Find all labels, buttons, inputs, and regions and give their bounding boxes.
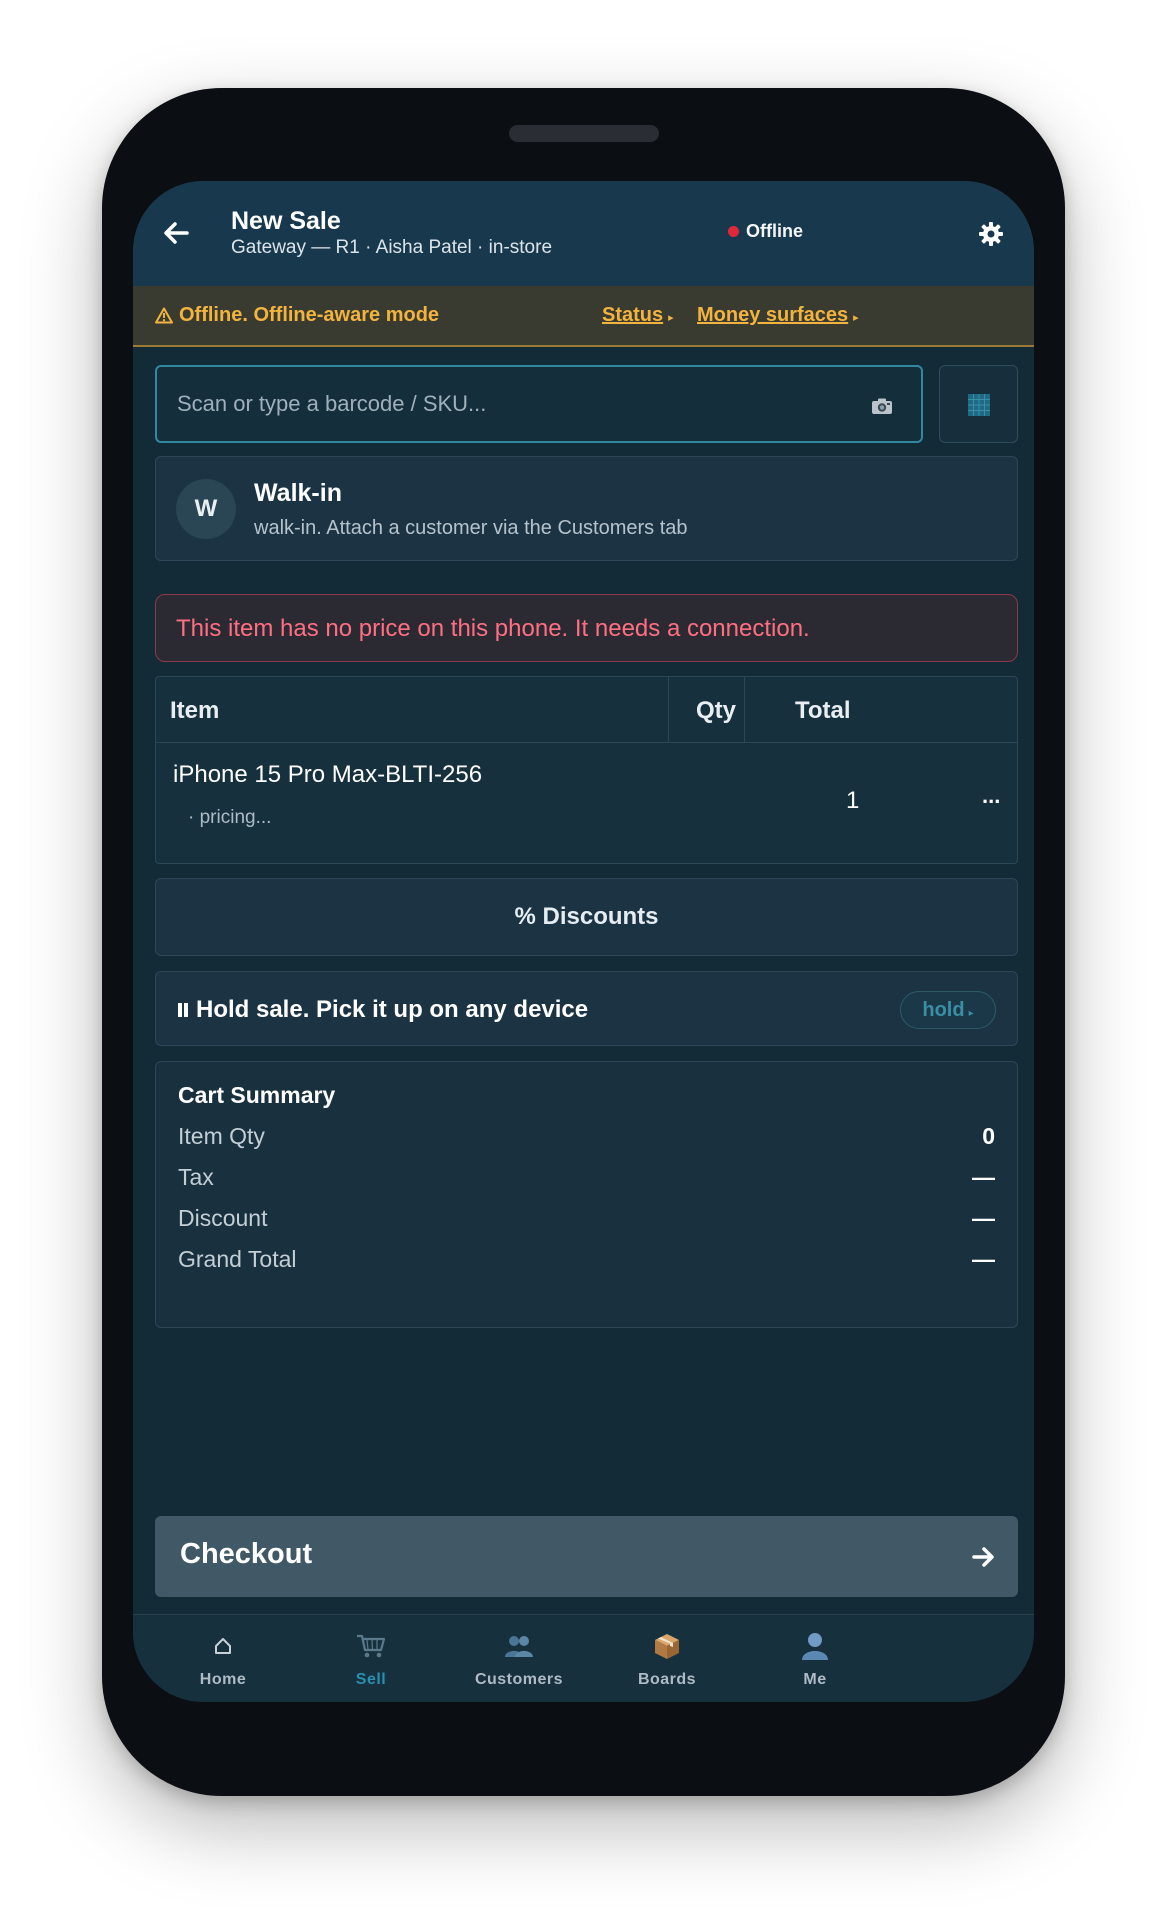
tab-me[interactable]: Me bbox=[725, 1615, 905, 1702]
people-icon bbox=[499, 1629, 539, 1663]
item-name: iPhone 15 Pro Max-BLTI-256 bbox=[173, 761, 483, 788]
cart-summary: Cart Summary Item Qty 0 Tax — Discount —… bbox=[155, 1061, 1018, 1328]
arrow-right-icon bbox=[972, 1547, 994, 1567]
hold-sale-card[interactable]: Hold sale. Pick it up on any device hold… bbox=[155, 971, 1018, 1046]
app-header: New Sale Gateway — R1 · Aisha Patel · in… bbox=[133, 181, 1034, 286]
warning-icon bbox=[155, 307, 173, 324]
connection-status[interactable]: Offline bbox=[728, 221, 803, 242]
box-icon bbox=[647, 1629, 687, 1663]
summary-value-grand-total: — bbox=[972, 1246, 995, 1272]
scan-input[interactable] bbox=[157, 367, 921, 441]
status-dot-icon bbox=[728, 226, 739, 237]
column-header-qty: Qty bbox=[696, 697, 737, 724]
scanner-grid-button[interactable] bbox=[939, 365, 1018, 443]
table-header: Item Qty Total bbox=[156, 677, 1017, 743]
summary-value-discount: — bbox=[972, 1205, 995, 1231]
page-subtitle: Gateway — R1 · Aisha Patel · in-store bbox=[231, 237, 553, 258]
caret-right-icon: ▸ bbox=[853, 312, 859, 324]
camera-icon[interactable] bbox=[871, 397, 893, 415]
caret-right-icon: ▸ bbox=[668, 312, 674, 324]
item-qty: 1 bbox=[846, 787, 860, 814]
hold-sale-label: Hold sale. Pick it up on any device bbox=[176, 996, 588, 1024]
customer-note: walk-in. Attach a customer via the Custo… bbox=[254, 517, 688, 539]
item-total: ... bbox=[982, 783, 1001, 808]
caret-right-icon: ▸ bbox=[968, 1008, 974, 1019]
scan-field bbox=[155, 365, 923, 443]
column-header-item: Item bbox=[170, 697, 220, 724]
tab-label: Me bbox=[803, 1671, 827, 1688]
home-icon bbox=[203, 1629, 243, 1663]
customer-name: Walk-in bbox=[254, 479, 342, 507]
cart-summary-title: Cart Summary bbox=[178, 1082, 336, 1108]
summary-value-item-qty: 0 bbox=[982, 1123, 995, 1149]
phone-frame: New Sale Gateway — R1 · Aisha Patel · in… bbox=[102, 88, 1065, 1796]
pause-icon bbox=[176, 1003, 190, 1017]
money-surfaces-link[interactable]: Money surfaces ▸ bbox=[697, 304, 859, 327]
error-alert: This item has no price on this phone. It… bbox=[155, 594, 1018, 662]
cart-icon bbox=[351, 1629, 391, 1663]
grid-icon bbox=[968, 394, 990, 416]
offline-banner: Offline. Offline-aware mode Status ▸ Mone… bbox=[133, 286, 1034, 347]
gear-icon bbox=[979, 222, 1003, 246]
offline-message: Offline. Offline-aware mode bbox=[155, 304, 439, 327]
settings-button[interactable] bbox=[976, 219, 1006, 249]
summary-label-discount: Discount bbox=[178, 1205, 268, 1231]
column-divider bbox=[744, 677, 745, 743]
back-button[interactable] bbox=[157, 213, 197, 253]
customer-card[interactable]: W Walk-in walk-in. Attach a customer via… bbox=[155, 456, 1018, 561]
column-divider bbox=[668, 677, 669, 743]
cart-items-table: Item Qty Total iPhone 15 Pro Max-BLTI-25… bbox=[155, 676, 1018, 864]
summary-label-tax: Tax bbox=[178, 1164, 214, 1190]
column-header-total: Total bbox=[795, 697, 851, 724]
page-title: New Sale bbox=[231, 207, 341, 235]
discounts-button[interactable]: % Discounts bbox=[155, 878, 1018, 956]
person-icon bbox=[795, 1629, 835, 1663]
avatar: W bbox=[176, 479, 236, 539]
app-screen: New Sale Gateway — R1 · Aisha Patel · in… bbox=[133, 181, 1034, 1702]
checkout-button[interactable]: Checkout bbox=[155, 1516, 1018, 1597]
item-pricing-status: · pricing... bbox=[188, 807, 272, 828]
offline-message-text: Offline. Offline-aware mode bbox=[179, 304, 440, 326]
bottom-tab-bar: Home Sell Customers Boards Me bbox=[133, 1614, 1034, 1702]
summary-label-item-qty: Item Qty bbox=[178, 1123, 265, 1149]
phone-speaker bbox=[509, 125, 659, 142]
hold-button[interactable]: hold ▸ bbox=[900, 991, 996, 1029]
summary-value-tax: — bbox=[972, 1164, 995, 1190]
hold-sale-text: Hold sale. Pick it up on any device bbox=[196, 996, 589, 1023]
error-text: This item has no price on this phone. It… bbox=[176, 615, 810, 642]
status-text: Offline bbox=[746, 221, 803, 241]
status-link[interactable]: Status ▸ bbox=[602, 304, 674, 327]
arrow-left-icon bbox=[164, 222, 189, 244]
summary-label-grand-total: Grand Total bbox=[178, 1246, 297, 1272]
checkout-label: Checkout bbox=[180, 1538, 313, 1570]
